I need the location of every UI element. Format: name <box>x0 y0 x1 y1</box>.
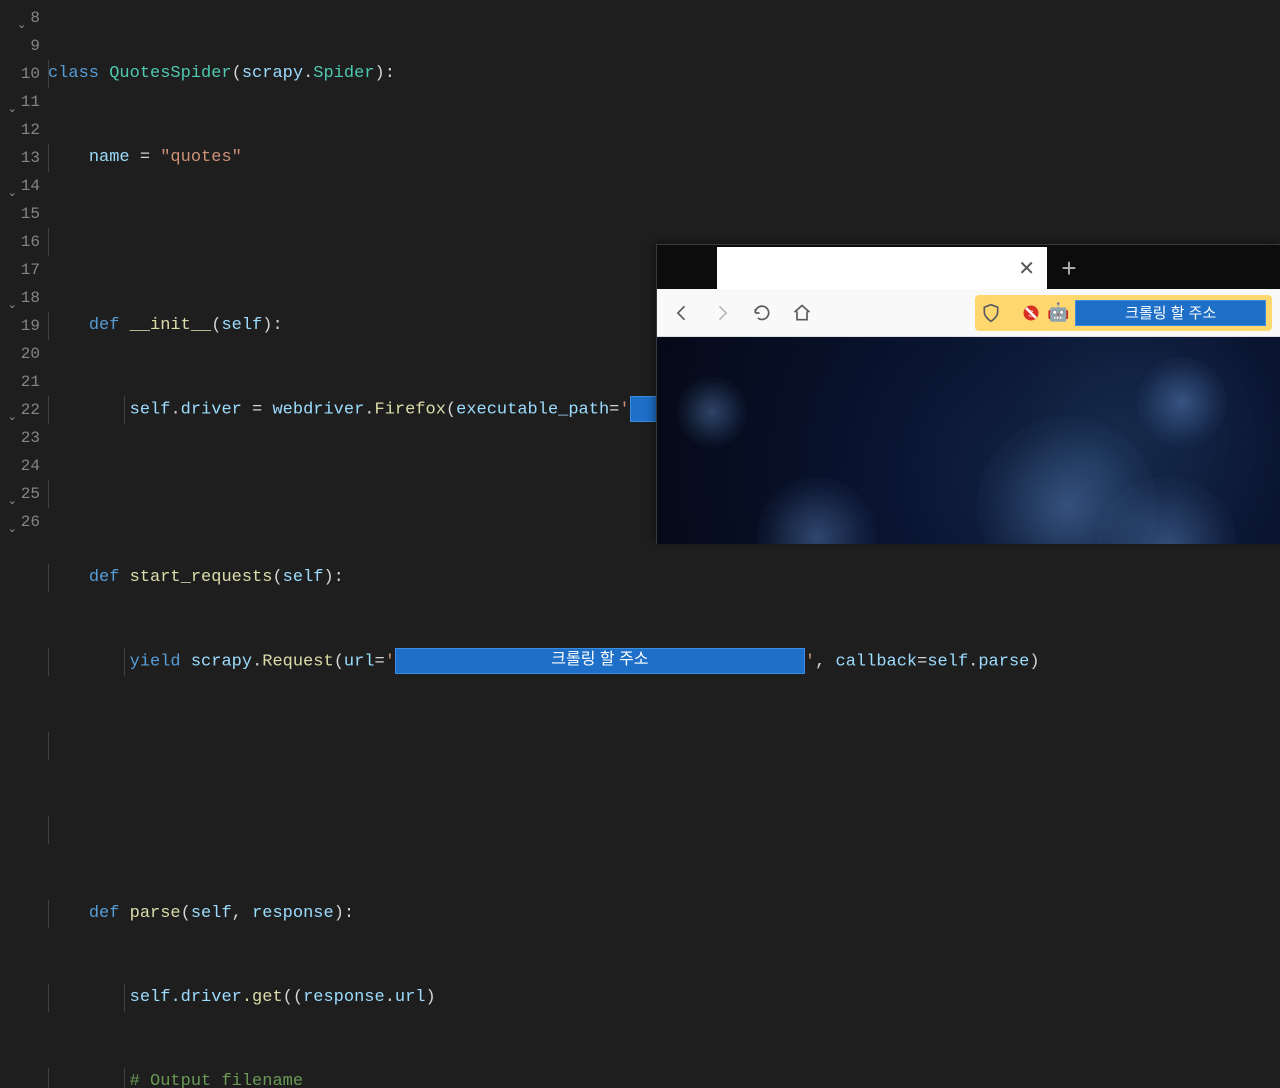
class-name: Spider <box>313 64 374 83</box>
gutter-line: 23 <box>0 424 40 452</box>
plus-icon: + <box>1061 253 1076 284</box>
forward-icon <box>712 303 732 323</box>
string: "quotes" <box>160 148 242 167</box>
reload-button[interactable] <box>745 296 779 330</box>
attribute: .driver <box>170 988 241 1007</box>
robot-icon[interactable]: 🤖 <box>1047 302 1069 324</box>
arg: response <box>303 988 385 1007</box>
kwarg: url <box>344 652 375 671</box>
self: self <box>191 904 232 923</box>
self: self <box>130 400 171 419</box>
fold-icon[interactable]: ⌄ <box>5 404 17 416</box>
gutter-line[interactable]: ⌄11 <box>0 88 40 116</box>
back-icon <box>672 303 692 323</box>
keyword: def <box>89 568 120 587</box>
keyword: class <box>48 64 99 83</box>
fold-icon[interactable]: ⌄ <box>14 12 26 24</box>
gutter-line: 21 <box>0 368 40 396</box>
comment: # Output filename <box>130 1072 303 1088</box>
keyword: def <box>89 904 120 923</box>
address-bar[interactable]: S 🤖 크롤링 할 주소 <box>975 295 1272 331</box>
fold-icon[interactable]: ⌄ <box>5 96 17 108</box>
browser-toolbar: S 🤖 크롤링 할 주소 <box>657 289 1280 337</box>
fold-icon[interactable]: ⌄ <box>5 180 17 192</box>
redaction-address: 크롤링 할 주소 <box>1075 300 1266 326</box>
shield-icon[interactable] <box>981 303 1001 323</box>
gutter-line[interactable]: ⌄22 <box>0 396 40 424</box>
gutter-line: 10 <box>0 60 40 88</box>
self: self <box>927 652 968 671</box>
function-name: start_requests <box>130 568 273 587</box>
param: response <box>252 904 334 923</box>
browser-tabbar: ✕ + <box>657 245 1280 289</box>
line-number-gutter: ⌄8 9 10 ⌄11 12 13 ⌄14 15 16 17 ⌄18 19 20… <box>0 0 48 544</box>
gutter-line: 24 <box>0 452 40 480</box>
keyword: yield <box>130 652 181 671</box>
browser-viewport[interactable] <box>657 337 1280 544</box>
attribute: name <box>89 148 130 167</box>
self: self <box>130 988 171 1007</box>
close-icon[interactable]: ✕ <box>1018 256 1035 281</box>
module: scrapy <box>242 64 303 83</box>
gutter-line: 16 <box>0 228 40 256</box>
function-call: Firefox <box>375 400 446 419</box>
self: self <box>283 568 324 587</box>
class-name: QuotesSpider <box>109 64 231 83</box>
gutter-line[interactable]: ⌄14 <box>0 172 40 200</box>
browser-tab[interactable]: ✕ <box>717 247 1047 289</box>
reload-icon <box>752 303 772 323</box>
kwarg: executable_path <box>456 400 609 419</box>
noscript-icon[interactable]: S <box>1021 303 1041 323</box>
gutter-line: 12 <box>0 116 40 144</box>
home-button[interactable] <box>785 296 819 330</box>
fold-icon[interactable]: ⌄ <box>5 488 17 500</box>
function-call: Request <box>262 652 333 671</box>
gutter-line[interactable]: ⌄26 <box>0 508 40 536</box>
module: scrapy <box>191 652 252 671</box>
gutter-line: 17 <box>0 256 40 284</box>
gutter-line[interactable]: ⌄8 <box>0 4 40 32</box>
gutter-line: 13 <box>0 144 40 172</box>
gutter-line: 19 <box>0 312 40 340</box>
function-name: parse <box>130 904 181 923</box>
method-call: .get <box>242 988 283 1007</box>
browser-window: ✕ + S 🤖 크롤링 할 주소 <box>656 244 1280 544</box>
attribute: parse <box>978 652 1029 671</box>
new-tab-button[interactable]: + <box>1047 247 1091 289</box>
gutter-line: 9 <box>0 32 40 60</box>
attribute: driver <box>181 400 242 419</box>
function-name: __init__ <box>130 316 212 335</box>
forward-button[interactable] <box>705 296 739 330</box>
keyword: def <box>89 316 120 335</box>
fold-icon[interactable]: ⌄ <box>5 516 17 528</box>
gutter-line[interactable]: ⌄25 <box>0 480 40 508</box>
self: self <box>221 316 262 335</box>
attribute: url <box>395 988 426 1007</box>
home-icon <box>792 303 812 323</box>
back-button[interactable] <box>665 296 699 330</box>
gutter-line: 15 <box>0 200 40 228</box>
kwarg: callback <box>836 652 918 671</box>
redaction-url: 크롤링 할 주소 <box>395 648 805 674</box>
gutter-line[interactable]: ⌄18 <box>0 284 40 312</box>
gutter-line: 20 <box>0 340 40 368</box>
module: webdriver <box>272 400 364 419</box>
svg-text:S: S <box>1028 308 1034 318</box>
fold-icon[interactable]: ⌄ <box>5 292 17 304</box>
